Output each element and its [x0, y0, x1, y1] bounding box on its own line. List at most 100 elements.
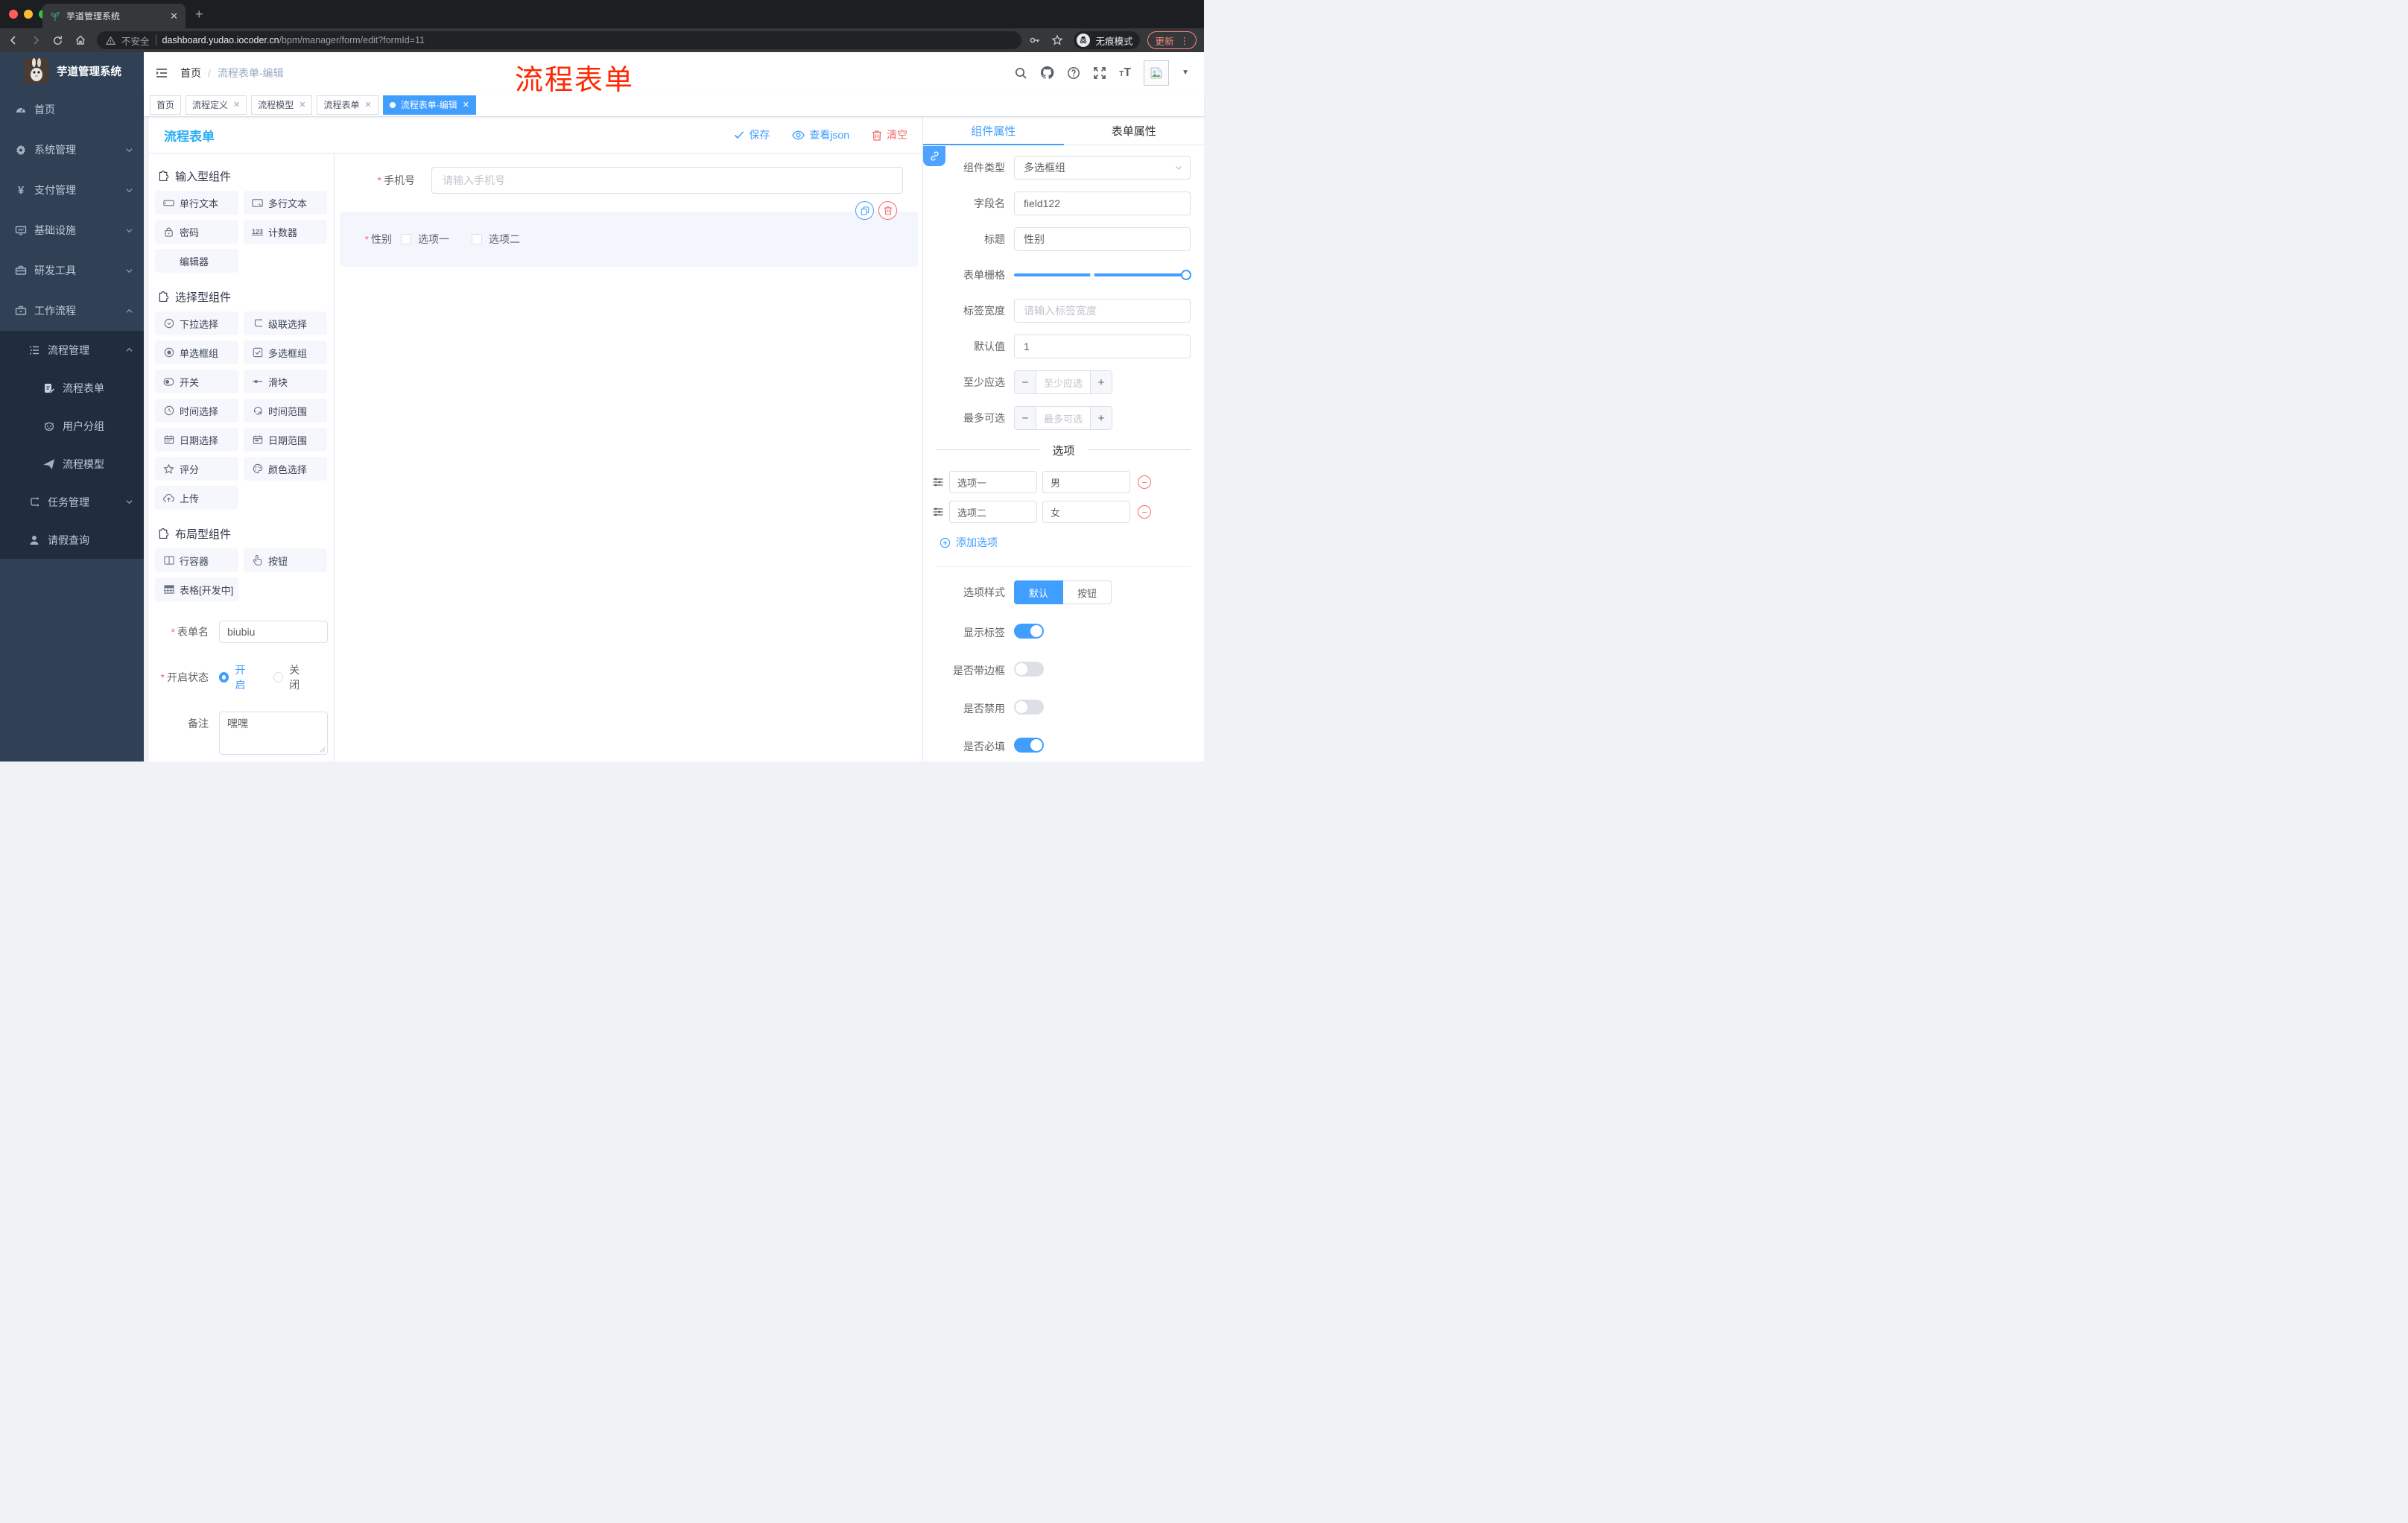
home-icon[interactable] [75, 34, 89, 46]
title-input[interactable] [1014, 227, 1191, 251]
breadcrumb-home[interactable]: 首页 [180, 66, 201, 80]
sidebar-item-payment[interactable]: ¥ 支付管理 [0, 170, 144, 210]
max-select-stepper[interactable]: − 最多可选 + [1014, 406, 1112, 430]
canvas-field-phone[interactable]: * 手机号 请输入手机号 [335, 167, 922, 194]
browser-menu-icon[interactable]: ⋮ [1180, 35, 1190, 46]
help-icon[interactable] [1067, 66, 1080, 80]
show-label-toggle[interactable] [1014, 624, 1044, 639]
new-tab-button[interactable]: + [195, 7, 203, 21]
component-radio-group[interactable]: 单选框组 [155, 341, 238, 364]
tag-close-icon[interactable]: ✕ [463, 100, 469, 110]
sidebar-item-devtools[interactable]: 研发工具 [0, 250, 144, 291]
required-toggle[interactable] [1014, 738, 1044, 753]
avatar-caret-icon[interactable]: ▼ [1182, 69, 1189, 77]
increase-button[interactable]: + [1090, 371, 1112, 393]
sidebar-item-process-form[interactable]: 流程表单 [0, 369, 144, 407]
form-canvas[interactable]: * 手机号 请输入手机号 * 性别 选项一 选项二 [335, 153, 922, 762]
sidebar-item-infra[interactable]: 基础设施 [0, 210, 144, 250]
remove-option-button[interactable]: − [1138, 505, 1151, 519]
component-table[interactable]: 表格[开发中] [155, 577, 238, 601]
minimize-window-button[interactable] [24, 10, 33, 19]
label-width-input[interactable] [1014, 299, 1191, 323]
slider-handle[interactable] [1181, 270, 1191, 280]
sidebar-item-process-mgmt[interactable]: 流程管理 [0, 331, 144, 369]
style-default-button[interactable]: 默认 [1014, 580, 1064, 604]
component-cascader[interactable]: 级联选择 [244, 311, 327, 335]
github-icon[interactable] [1040, 66, 1054, 80]
sidebar-item-home[interactable]: 首页 [0, 89, 144, 130]
collapse-sidebar-icon[interactable] [155, 66, 168, 80]
copy-widget-button[interactable] [855, 201, 874, 220]
increase-button[interactable]: + [1090, 407, 1112, 429]
component-select[interactable]: 下拉选择 [155, 311, 238, 335]
tag-close-icon[interactable]: ✕ [365, 100, 372, 110]
component-multi-line-text[interactable]: 多行文本 [244, 191, 327, 215]
sidebar-item-user-group[interactable]: 用户分组 [0, 407, 144, 445]
component-editor[interactable]: 编辑器 [155, 249, 238, 273]
option-2-label-input[interactable] [949, 501, 1037, 523]
tab-close-icon[interactable]: ✕ [170, 10, 178, 22]
avatar[interactable] [1144, 60, 1170, 86]
security-label[interactable]: 不安全 [121, 34, 150, 48]
clear-button[interactable]: 清空 [872, 127, 907, 142]
component-rate[interactable]: 评分 [155, 457, 238, 481]
decrease-button[interactable]: − [1015, 371, 1036, 393]
fullscreen-icon[interactable] [1093, 66, 1106, 80]
tag-home[interactable]: 首页 [150, 95, 182, 115]
bookmark-star-icon[interactable] [1051, 34, 1066, 46]
add-option-button[interactable]: 添加选项 [940, 535, 1191, 550]
resize-grip-icon[interactable] [319, 747, 326, 753]
close-window-button[interactable] [9, 10, 18, 19]
min-select-placeholder[interactable]: 至少应选 [1036, 371, 1090, 393]
style-button-button[interactable]: 按钮 [1063, 580, 1112, 604]
url-text[interactable]: dashboard.yudao.iocoder.cn/bpm/manager/f… [162, 35, 425, 45]
sidebar-item-leave-query[interactable]: 请假查询 [0, 521, 144, 559]
component-switch[interactable]: 开关 [155, 370, 238, 393]
disabled-toggle[interactable] [1014, 700, 1044, 715]
max-select-placeholder[interactable]: 最多可选 [1036, 407, 1090, 429]
delete-widget-button[interactable] [878, 201, 897, 220]
remove-option-button[interactable]: − [1138, 475, 1151, 489]
component-checkbox-group[interactable]: 多选框组 [244, 341, 327, 364]
view-json-button[interactable]: 查看json [792, 127, 849, 142]
drag-handle-icon[interactable] [932, 506, 944, 518]
tab-form-props[interactable]: 表单属性 [1064, 117, 1205, 145]
option-1-label-input[interactable] [949, 471, 1037, 493]
phone-input[interactable]: 请输入手机号 [431, 167, 903, 194]
form-grid-slider[interactable] [1014, 270, 1191, 280]
min-select-stepper[interactable]: − 至少应选 + [1014, 370, 1112, 394]
form-name-input[interactable] [219, 621, 328, 643]
back-icon[interactable] [7, 34, 22, 46]
password-key-icon[interactable] [1029, 34, 1044, 46]
gender-option-1-checkbox[interactable]: 选项一 [401, 232, 449, 247]
status-radio-on[interactable]: 开启 [219, 662, 254, 692]
component-color-picker[interactable]: 颜色选择 [244, 457, 327, 481]
component-single-line-text[interactable]: 单行文本 [155, 191, 238, 215]
gender-option-2-checkbox[interactable]: 选项二 [472, 232, 520, 247]
component-row-container[interactable]: 行容器 [155, 548, 238, 572]
border-toggle[interactable] [1014, 662, 1044, 677]
decrease-button[interactable]: − [1015, 407, 1036, 429]
sidebar-item-workflow[interactable]: 工作流程 [0, 291, 144, 331]
component-password[interactable]: 密码 [155, 220, 238, 244]
reload-icon[interactable] [52, 35, 67, 46]
checkbox-box[interactable] [401, 234, 411, 244]
option-2-value-input[interactable] [1042, 501, 1130, 523]
sidebar-item-task-mgmt[interactable]: 任务管理 [0, 483, 144, 521]
tag-process-form-edit[interactable]: 流程表单-编辑 ✕ [382, 95, 476, 115]
component-time-picker[interactable]: 时间选择 [155, 399, 238, 422]
forward-icon[interactable] [30, 34, 45, 46]
form-remark-textarea[interactable]: 嘿嘿 [219, 712, 328, 755]
tab-component-props[interactable]: 组件属性 [923, 117, 1064, 145]
default-value-input[interactable] [1014, 335, 1191, 358]
option-1-value-input[interactable] [1042, 471, 1130, 493]
tag-close-icon[interactable]: ✕ [233, 100, 240, 110]
browser-update-button[interactable]: 更新 ⋮ [1147, 31, 1197, 49]
field-name-input[interactable] [1014, 191, 1191, 215]
component-slider[interactable]: 滑块 [244, 370, 327, 393]
tag-process-model[interactable]: 流程模型 ✕ [251, 95, 313, 115]
checkbox-box[interactable] [472, 234, 482, 244]
component-date-range[interactable]: 日期范围 [244, 428, 327, 452]
tag-process-definition[interactable]: 流程定义 ✕ [186, 95, 247, 115]
status-radio-off[interactable]: 关闭 [273, 662, 308, 692]
